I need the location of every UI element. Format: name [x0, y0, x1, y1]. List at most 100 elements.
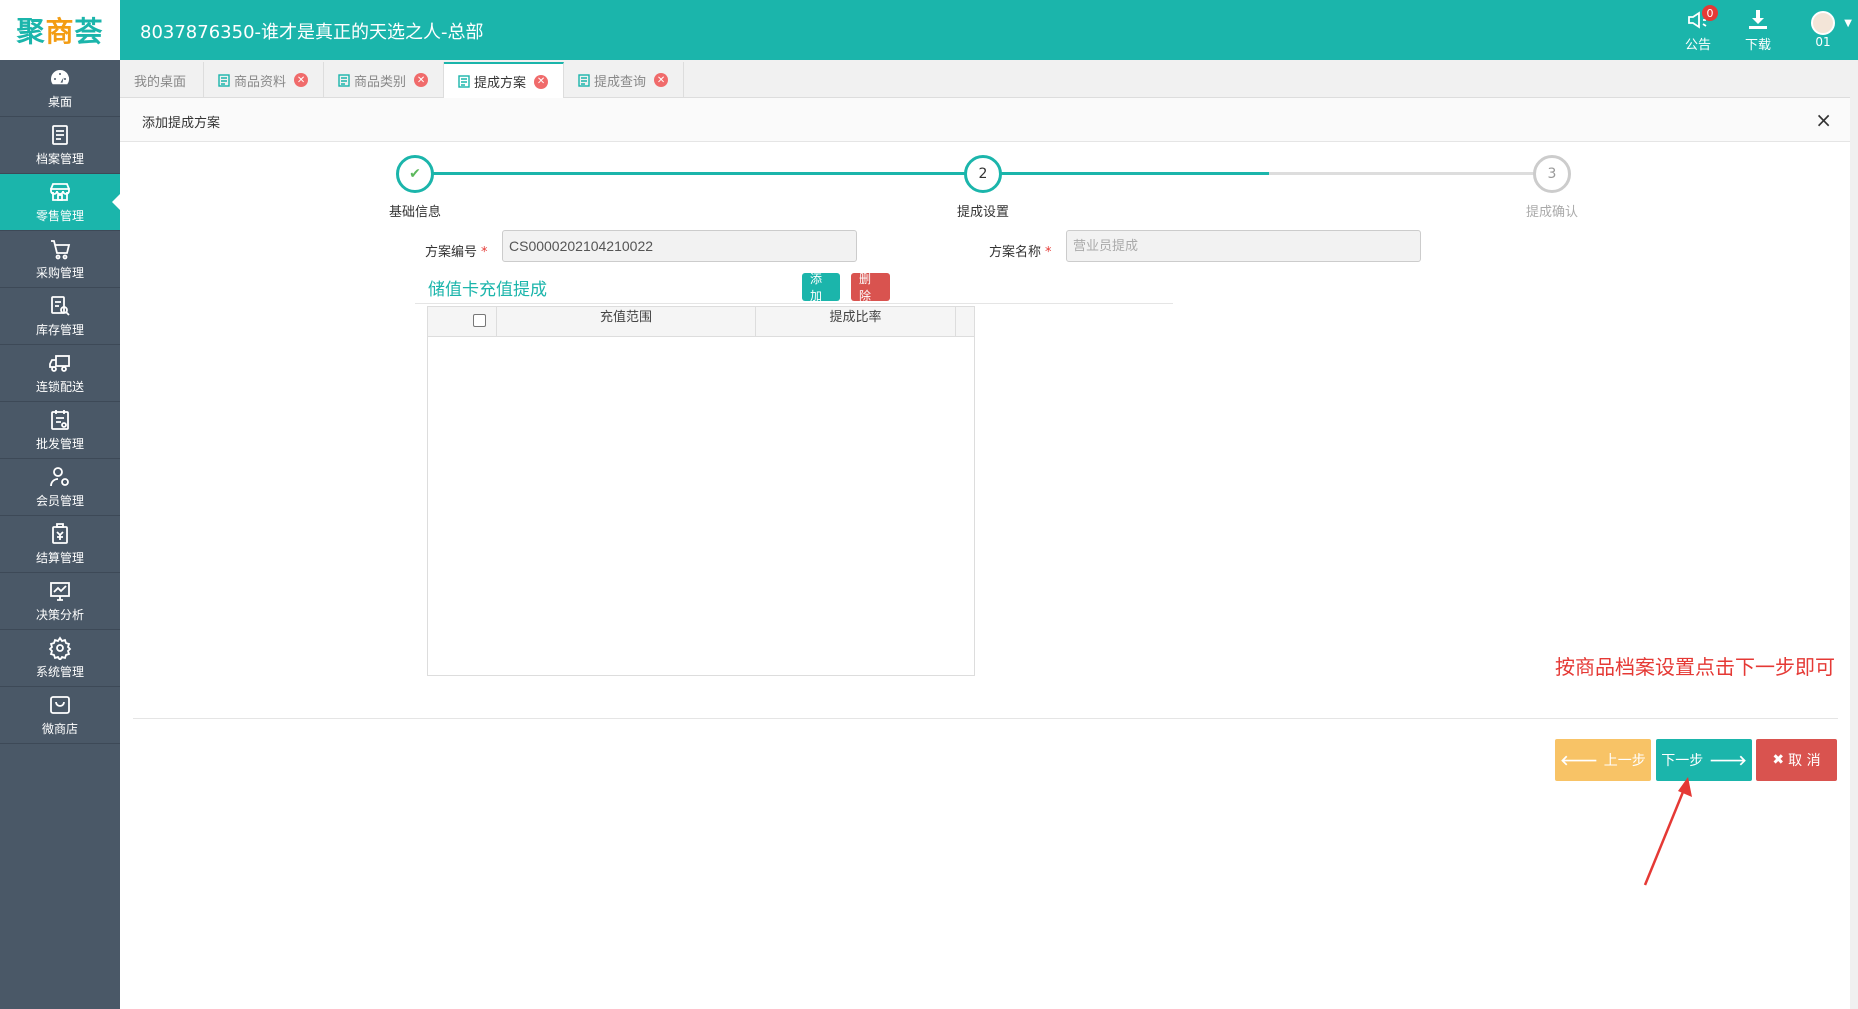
- arrow-left-icon: 🡐: [1560, 752, 1598, 769]
- logo-text-1: 聚: [16, 15, 46, 48]
- sidebar-item-analysis[interactable]: 决策分析: [0, 573, 120, 630]
- shop-bag-icon: [50, 696, 70, 714]
- grid-header: 充值范围 提成比率: [428, 307, 974, 337]
- tab-commission-plan[interactable]: 提成方案 ✕: [444, 62, 564, 99]
- sidebar-item-wholesale[interactable]: 批发管理: [0, 402, 120, 459]
- tab-label: 提成方案: [474, 76, 527, 91]
- cart-icon: [51, 240, 71, 260]
- plan-code-label-text: 方案编号: [425, 245, 478, 260]
- sidebar-item-label: 决策分析: [35, 608, 84, 622]
- annotation-arrow: [1643, 777, 1692, 886]
- close-icon[interactable]: ✕: [654, 73, 669, 87]
- notice-badge: 0: [1702, 5, 1718, 21]
- sidebar-item-desktop[interactable]: 桌面: [0, 60, 120, 117]
- arrow-right-icon: 🡒: [1709, 752, 1747, 769]
- add-button[interactable]: 添加: [802, 272, 840, 303]
- notice-button[interactable]: 0 公告: [1668, 0, 1728, 60]
- top-bar: 聚商荟 8037876350-谁才是真正的天选之人-总部 0 公告 下载 01 …: [0, 0, 1858, 60]
- avatar: [1811, 11, 1835, 35]
- logo-text-2: 商: [45, 15, 75, 48]
- sidebar-item-label: 档案管理: [35, 152, 84, 166]
- plan-code-label: 方案编号 *: [425, 241, 488, 260]
- column-header-recharge-range[interactable]: 充值范围: [497, 307, 756, 337]
- logo[interactable]: 聚商荟: [0, 0, 120, 60]
- app-title: 8037876350-谁才是真正的天选之人-总部: [140, 22, 484, 43]
- sidebar-item-purchase[interactable]: 采购管理: [0, 231, 120, 288]
- prev-step-button[interactable]: 🡐 上一步: [1555, 739, 1651, 781]
- cancel-label: 取 消: [1788, 753, 1821, 769]
- sidebar-item-settlement[interactable]: 结算管理: [0, 516, 120, 573]
- bottom-divider: [133, 718, 1838, 719]
- tab-my-desktop[interactable]: 我的桌面: [120, 62, 204, 98]
- sidebar-item-label: 会员管理: [35, 494, 84, 508]
- step-3-number: 3: [1547, 166, 1557, 182]
- gear-icon: [48, 636, 72, 660]
- sidebar-item-label: 采购管理: [35, 266, 84, 280]
- sidebar-item-system[interactable]: 系统管理: [0, 630, 120, 687]
- plan-name-label-text: 方案名称: [989, 245, 1042, 260]
- required-mark: *: [1045, 245, 1052, 260]
- close-icon[interactable]: ×: [1815, 108, 1832, 132]
- archive-icon: [52, 125, 68, 145]
- sidebar-item-label: 桌面: [47, 95, 72, 109]
- inventory-icon: [51, 296, 70, 316]
- scrollbar[interactable]: [1850, 60, 1858, 1009]
- document-icon: [458, 75, 470, 88]
- download-icon: [1749, 9, 1767, 29]
- truck-icon: [49, 355, 70, 372]
- select-all-checkbox[interactable]: [473, 314, 486, 327]
- close-icon[interactable]: ✕: [534, 74, 549, 89]
- section-title: 储值卡充值提成: [428, 280, 547, 300]
- step-2-circle: 2: [964, 155, 1002, 193]
- chevron-down-icon: ▼: [1844, 18, 1852, 29]
- sidebar-item-member[interactable]: 会员管理: [0, 459, 120, 516]
- close-icon[interactable]: ✕: [294, 73, 309, 87]
- user-menu[interactable]: 01 ▼: [1788, 0, 1858, 60]
- step-2-label: 提成设置: [956, 205, 1009, 220]
- tab-label: 商品资料: [234, 74, 287, 90]
- section-divider: [415, 303, 1173, 304]
- sidebar-item-archive[interactable]: 档案管理: [0, 117, 120, 174]
- cancel-button[interactable]: ✖ 取 消: [1756, 739, 1837, 781]
- wholesale-icon: [51, 410, 69, 430]
- sidebar-item-retail[interactable]: 零售管理: [0, 174, 120, 231]
- instruction-annotation: 按商品档案设置点击下一步即可: [1555, 655, 1835, 679]
- download-button[interactable]: 下载: [1728, 0, 1788, 60]
- plan-name-input[interactable]: 营业员提成: [1066, 230, 1421, 262]
- sidebar: 桌面 档案管理 零售管理 采购管理 库存管理 连锁配送 批发管理 会员管理 结算…: [0, 60, 120, 1009]
- sidebar-item-label: 系统管理: [35, 665, 84, 679]
- tab-bar: 我的桌面 商品资料 ✕ 商品类别 ✕ 提成方案 ✕ 提成查询 ✕: [120, 60, 1850, 99]
- sidebar-item-microshop[interactable]: 微商店: [0, 687, 120, 744]
- sidebar-item-label: 库存管理: [35, 323, 84, 337]
- tab-product-category[interactable]: 商品类别 ✕: [324, 62, 444, 98]
- tab-product-info[interactable]: 商品资料 ✕: [204, 62, 324, 98]
- plan-code-input[interactable]: CS0000202104210022: [502, 230, 857, 262]
- download-label: 下载: [1744, 37, 1771, 53]
- step-1-circle: ✔: [396, 155, 434, 193]
- tab-label: 我的桌面: [134, 74, 187, 90]
- close-icon[interactable]: ✕: [414, 73, 429, 87]
- plan-name-label: 方案名称 *: [989, 241, 1052, 260]
- tab-label: 商品类别: [354, 74, 407, 90]
- user-label: 01: [1815, 35, 1831, 49]
- tab-label: 提成查询: [594, 74, 647, 90]
- recharge-commission-grid: 充值范围 提成比率: [427, 306, 975, 676]
- step-2-number: 2: [978, 166, 988, 182]
- step-1-label: 基础信息: [388, 205, 441, 220]
- delete-button[interactable]: 删除: [851, 272, 890, 303]
- sidebar-item-label: 零售管理: [35, 209, 84, 223]
- sidebar-item-label: 连锁配送: [35, 380, 84, 394]
- prev-step-label: 上一步: [1603, 753, 1646, 769]
- chart-icon: [50, 582, 70, 601]
- next-step-label: 下一步: [1661, 753, 1704, 769]
- column-header-commission-rate[interactable]: 提成比率: [756, 307, 956, 337]
- document-icon: [338, 73, 350, 87]
- sidebar-item-inventory[interactable]: 库存管理: [0, 288, 120, 345]
- sidebar-item-delivery[interactable]: 连锁配送: [0, 345, 120, 402]
- sidebar-item-label: 结算管理: [35, 551, 84, 565]
- notice-label: 公告: [1684, 37, 1711, 53]
- settlement-icon: [52, 523, 68, 544]
- tab-commission-query[interactable]: 提成查询 ✕: [564, 62, 684, 98]
- sidebar-item-label: 微商店: [41, 722, 78, 736]
- sidebar-item-label: 批发管理: [35, 437, 84, 451]
